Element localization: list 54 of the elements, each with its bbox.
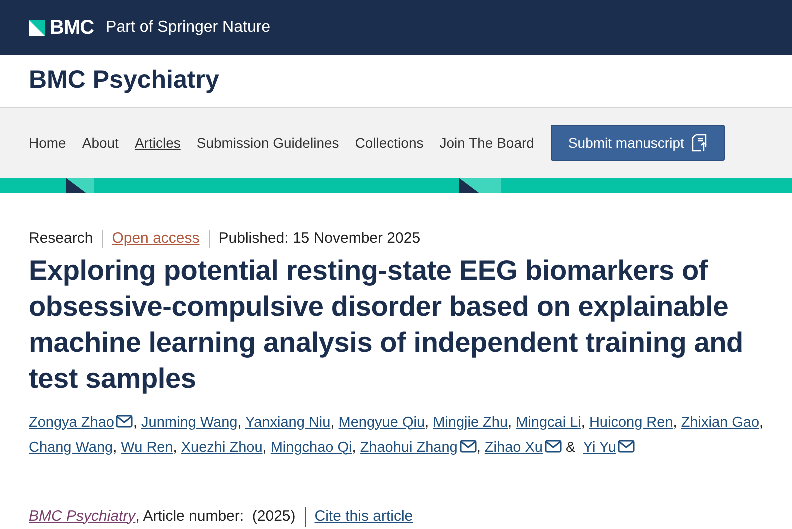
logo-icon [29,20,45,36]
separator: , [262,440,267,456]
author-link[interactable]: Junming Wang [142,414,238,430]
nav-link[interactable]: Join The Board [440,132,534,154]
nav-link[interactable]: Collections [355,132,424,154]
article-type: Research [29,229,94,249]
cite-link[interactable]: Cite this article [314,506,414,528]
separator: , [673,414,678,430]
author-link[interactable]: Chang Wang [29,440,114,456]
author-link[interactable]: Xuezhi Zhou [181,440,263,456]
author-link[interactable]: Mingjie Zhu [433,414,508,430]
corner-icon [66,178,94,193]
article-number: , Article number: (2025) [136,506,296,526]
published-date: Published: 15 November 2025 [218,229,421,249]
envelope-icon[interactable] [618,440,636,452]
author-link[interactable]: Zongya Zhao [29,414,114,430]
author-link[interactable]: Yi Yu [583,440,616,456]
author-link[interactable]: Zhixian Gao [681,414,760,430]
nav-link[interactable]: Home [29,132,66,154]
upload-icon [692,134,708,152]
separator: , [760,414,764,430]
separator: , [581,414,586,430]
nav-link[interactable]: Submission Guidelines [196,132,340,154]
author-link[interactable]: Yanxiang Niu [246,414,331,430]
separator: , [352,440,356,456]
author-link[interactable]: Zhaohui Zhang [360,440,458,456]
separator: & [566,440,576,456]
envelope-icon[interactable] [116,414,134,428]
separator: , [238,414,242,430]
envelope-icon[interactable] [460,440,477,452]
separator: , [173,440,178,456]
separator: , [508,414,512,430]
author-link[interactable]: Huicong Ren [589,414,674,430]
corner-icon [459,178,501,193]
nav-link[interactable]: About [82,132,119,154]
tagline: Part of Springer Nature [106,18,271,38]
author-link[interactable]: Wu Ren [121,440,174,456]
submit-manuscript-button[interactable]: Submit manuscript [551,125,726,161]
open-access-link[interactable]: Open access [112,228,200,250]
separator: , [425,414,430,430]
envelope-icon[interactable] [544,440,562,452]
author-link[interactable]: Mingchao Qi [270,440,352,456]
logo-text[interactable]: BMC [50,12,94,42]
separator: , [330,414,335,430]
journal-title[interactable]: BMC Psychiatry [29,62,220,100]
author-link[interactable]: Mengyue Qiu [338,414,426,430]
article-title: Exploring potential resting-state EEG biomarkers of obsessive-compulsive disorder based on explainable machine learning analysis of independent training and test samples [29,254,744,396]
author-link[interactable]: Mingcai Li [516,414,582,430]
separator: , [113,440,118,456]
separator: , [133,414,138,430]
nav-link[interactable]: Articles [134,132,181,154]
separator: , [476,440,481,456]
author-link[interactable]: Zihao Xu [484,440,543,456]
journal-link[interactable]: BMC Psychiatry [29,506,136,528]
